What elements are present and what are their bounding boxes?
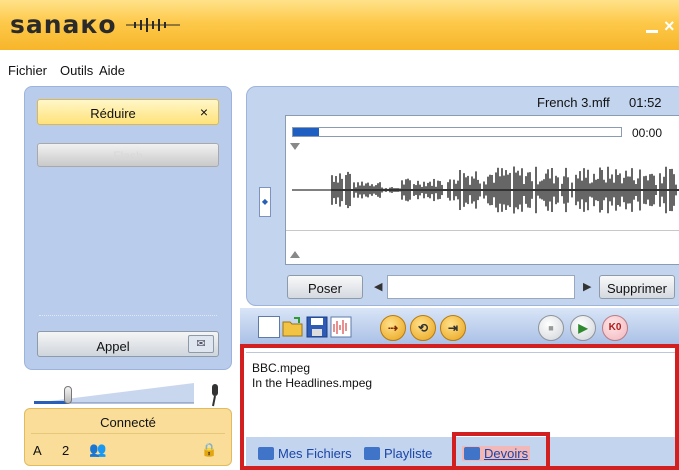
supprimer-button[interactable]: Supprimer <box>599 275 675 299</box>
waveform-view[interactable]: 00:00 <box>285 115 679 265</box>
connection-status: Connecté <box>100 415 156 430</box>
volume-knob[interactable] <box>64 386 72 404</box>
zoom-icon[interactable]: ◆ <box>259 187 271 217</box>
connection-box: Connecté A 2 👥 🔒 <box>24 408 232 466</box>
toolbar: ⇢ ⟲ ⇥ ■ ▶ K0 <box>240 308 679 344</box>
previous-icon[interactable]: ◀ <box>374 280 382 293</box>
close-button[interactable]: × <box>664 16 675 37</box>
title-bar: sanaкo × <box>0 0 679 50</box>
insert-icon[interactable]: ⇢ <box>380 315 406 341</box>
new-document-icon[interactable] <box>258 316 280 338</box>
record-icon[interactable]: K0 <box>602 315 628 341</box>
repeat-icon[interactable]: ⟲ <box>410 315 436 341</box>
volume-slider[interactable] <box>34 381 194 405</box>
supprimer-label: Supprimer <box>607 281 667 296</box>
start-marker-icon[interactable] <box>290 143 300 150</box>
next-icon[interactable]: ▶ <box>583 280 591 293</box>
divider <box>286 230 679 231</box>
stop-icon[interactable]: ■ <box>538 315 564 341</box>
people-icon: 👥 <box>89 441 107 457</box>
disabled-button-label: Flash <box>113 149 143 163</box>
menu-aide[interactable]: Aide <box>99 63 125 78</box>
app-logo: sanaкo <box>10 10 117 39</box>
mail-icon[interactable]: ✉ <box>188 335 214 353</box>
save-icon[interactable] <box>306 316 328 338</box>
export-icon[interactable]: ⇥ <box>440 315 466 341</box>
waveform-edit-icon[interactable] <box>330 316 352 338</box>
minimize-button[interactable] <box>646 30 658 33</box>
open-folder-icon[interactable] <box>282 316 304 338</box>
position-time: 00:00 <box>632 126 663 140</box>
highlight-box <box>452 432 550 470</box>
waveform <box>292 166 679 214</box>
group-letter: A <box>33 443 42 458</box>
reduce-label: Réduire <box>90 106 136 121</box>
microphone-icon <box>212 384 218 407</box>
poser-label: Poser <box>308 281 342 296</box>
disabled-button: Flash <box>37 143 219 167</box>
play-icon[interactable]: ▶ <box>570 315 596 341</box>
close-icon[interactable]: × <box>200 104 208 120</box>
group-count: 2 <box>62 443 70 458</box>
lock-icon: 🔒 <box>201 442 218 457</box>
file-duration: 01:52 <box>629 95 662 110</box>
waveform-icon <box>126 18 180 32</box>
menu-bar: Fichier Outils Aide <box>0 50 679 86</box>
divider <box>31 433 225 434</box>
student-panel: Réduire × Flash Appel ✉ <box>24 86 232 370</box>
reduce-button[interactable]: Réduire × <box>37 99 219 125</box>
end-marker-icon[interactable] <box>290 251 300 258</box>
progress-fill <box>293 128 320 136</box>
poser-button[interactable]: Poser <box>287 275 363 299</box>
menu-outils[interactable]: Outils <box>60 63 93 78</box>
call-button[interactable]: Appel ✉ <box>37 331 219 357</box>
file-name: French 3.mff <box>537 95 610 110</box>
divider <box>39 315 217 316</box>
progress-bar[interactable] <box>292 127 622 137</box>
call-label: Appel <box>96 339 130 354</box>
audio-panel: French 3.mff 01:52 ◆ 00:00 Poser ◀ ▶ Sup… <box>246 86 679 306</box>
segment-field[interactable] <box>387 275 575 299</box>
menu-fichier[interactable]: Fichier <box>8 63 47 78</box>
